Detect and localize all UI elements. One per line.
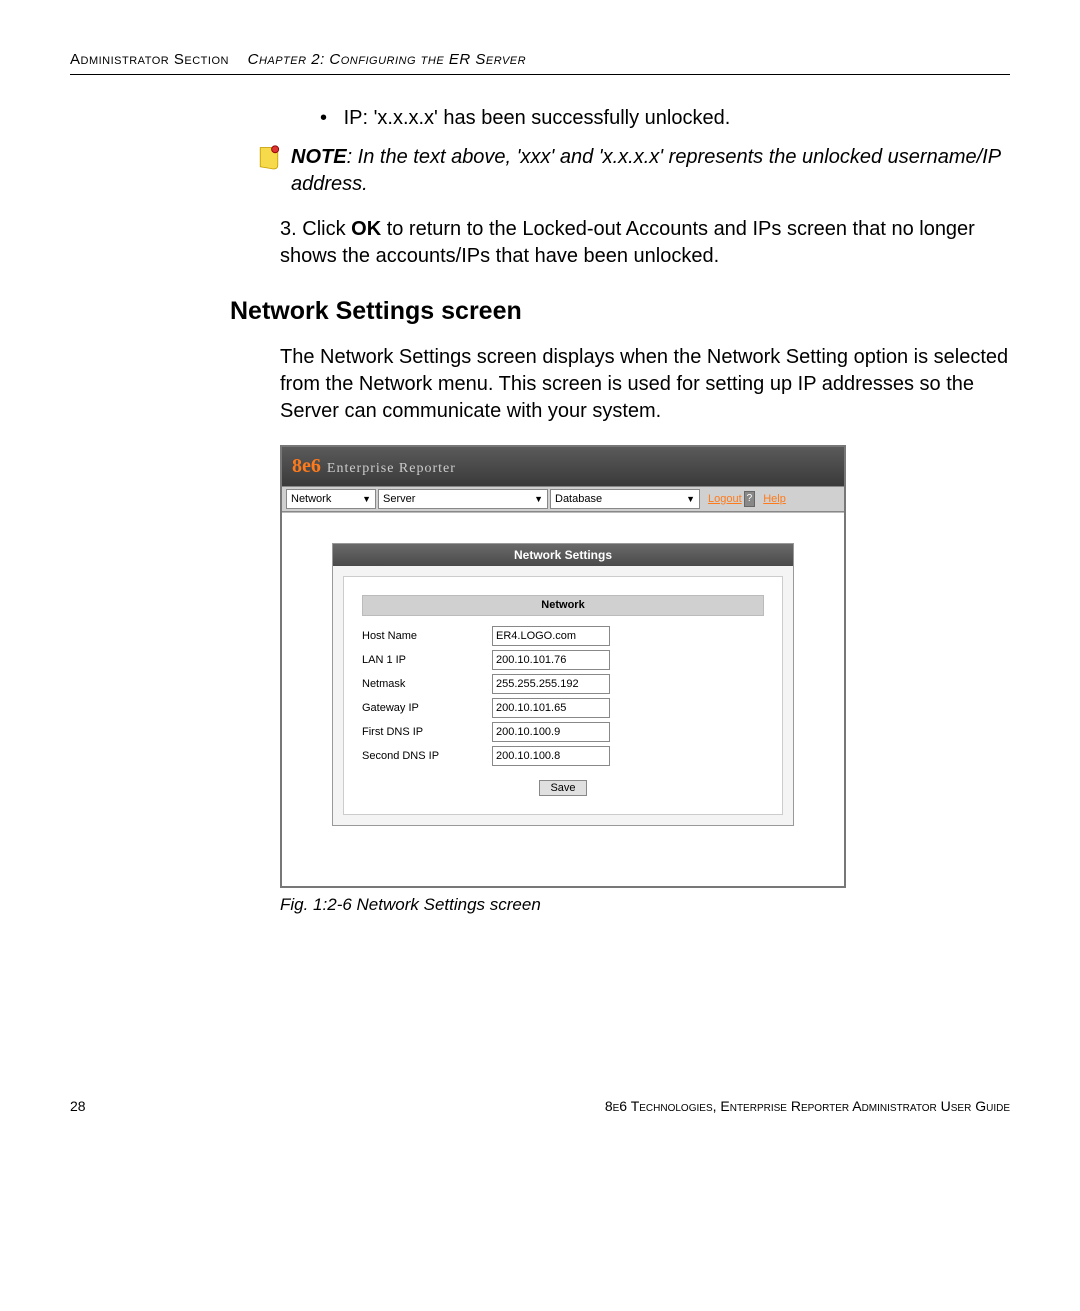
section-heading: Network Settings screen bbox=[230, 295, 1010, 329]
app-menubar: Network ▼ Server ▼ Database ▼ Logout ? H… bbox=[282, 486, 844, 512]
section-paragraph: The Network Settings screen displays whe… bbox=[280, 344, 1010, 425]
page-number: 28 bbox=[70, 1097, 86, 1116]
menu-database-label: Database bbox=[555, 492, 602, 507]
chevron-down-icon: ▼ bbox=[534, 493, 543, 505]
footer-text: 8e6 Technologies, Enterprise Reporter Ad… bbox=[605, 1097, 1010, 1116]
help-link[interactable]: Help bbox=[763, 492, 786, 507]
input-gateway[interactable] bbox=[492, 698, 610, 718]
note-body: : In the text above, 'xxx' and 'x.x.x.x'… bbox=[291, 146, 1000, 195]
network-settings-screenshot: 8e6 Enterprise Reporter Network ▼ Server… bbox=[280, 445, 846, 888]
note-text: NOTE: In the text above, 'xxx' and 'x.x.… bbox=[291, 144, 1010, 198]
app-canvas: Network Settings Network Host Name LAN 1… bbox=[282, 512, 844, 886]
row-netmask: Netmask bbox=[362, 674, 764, 694]
input-lan1[interactable] bbox=[492, 650, 610, 670]
row-dns2: Second DNS IP bbox=[362, 746, 764, 766]
save-button[interactable]: Save bbox=[539, 780, 586, 796]
save-row: Save bbox=[362, 780, 764, 796]
logout-link[interactable]: Logout bbox=[708, 492, 742, 507]
label-dns1: First DNS IP bbox=[362, 725, 492, 740]
menu-server-label: Server bbox=[383, 492, 415, 507]
label-hostname: Host Name bbox=[362, 629, 492, 644]
panel-title: Network Settings bbox=[333, 544, 793, 566]
input-dns1[interactable] bbox=[492, 722, 610, 742]
panel-body: Network Host Name LAN 1 IP Netmask Gatew… bbox=[343, 576, 783, 815]
label-gateway: Gateway IP bbox=[362, 701, 492, 716]
app-titlebar: 8e6 Enterprise Reporter bbox=[282, 447, 844, 486]
menu-network[interactable]: Network ▼ bbox=[286, 489, 376, 509]
running-header: Administrator Section Chapter 2: Configu… bbox=[70, 50, 1010, 75]
row-lan1: LAN 1 IP bbox=[362, 650, 764, 670]
unlock-bullet: • IP: 'x.x.x.x' has been successfully un… bbox=[320, 105, 1010, 132]
step-bold: OK bbox=[351, 218, 381, 240]
brand-subtitle: Enterprise Reporter bbox=[327, 460, 456, 479]
menu-server[interactable]: Server ▼ bbox=[378, 489, 548, 509]
row-hostname: Host Name bbox=[362, 626, 764, 646]
header-section: Administrator Section bbox=[70, 51, 229, 68]
input-hostname[interactable] bbox=[492, 626, 610, 646]
input-netmask[interactable] bbox=[492, 674, 610, 694]
unlock-bullet-text: IP: 'x.x.x.x' has been successfully unlo… bbox=[344, 107, 731, 129]
menu-database[interactable]: Database ▼ bbox=[550, 489, 700, 509]
chevron-down-icon: ▼ bbox=[686, 493, 695, 505]
page-footer: 28 8e6 Technologies, Enterprise Reporter… bbox=[70, 1097, 1010, 1116]
note-icon bbox=[255, 144, 283, 172]
row-dns1: First DNS IP bbox=[362, 722, 764, 742]
figure-caption: Fig. 1:2-6 Network Settings screen bbox=[280, 894, 1010, 917]
chevron-down-icon: ▼ bbox=[362, 493, 371, 505]
step-3: 3. Click OK to return to the Locked-out … bbox=[280, 216, 1010, 270]
note-block: NOTE: In the text above, 'xxx' and 'x.x.… bbox=[255, 144, 1010, 198]
menu-network-label: Network bbox=[291, 492, 331, 507]
label-lan1: LAN 1 IP bbox=[362, 653, 492, 668]
network-panel: Network Settings Network Host Name LAN 1… bbox=[332, 543, 794, 826]
row-gateway: Gateway IP bbox=[362, 698, 764, 718]
note-label: NOTE bbox=[291, 146, 347, 168]
bullet-dot-icon: • bbox=[320, 105, 338, 132]
help-badge-icon[interactable]: ? bbox=[744, 491, 756, 507]
brand-logo: 8e6 bbox=[292, 453, 321, 480]
step-post: to return to the Locked-out Accounts and… bbox=[280, 218, 975, 267]
step-pre: Click bbox=[297, 218, 351, 240]
input-dns2[interactable] bbox=[492, 746, 610, 766]
step-number: 3. bbox=[280, 218, 297, 240]
label-netmask: Netmask bbox=[362, 677, 492, 692]
header-chapter: Chapter 2: Configuring the ER Server bbox=[248, 51, 526, 68]
panel-subtitle: Network bbox=[362, 595, 764, 616]
label-dns2: Second DNS IP bbox=[362, 749, 492, 764]
